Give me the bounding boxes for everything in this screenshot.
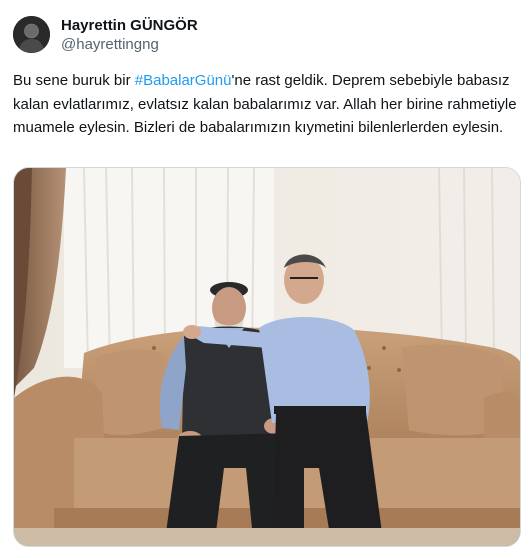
author-info: Hayrettin GÜNGÖR @hayrettingng xyxy=(61,16,198,55)
tweet-text: Bu sene buruk bir #BabalarGünü'ne rast g… xyxy=(13,69,518,140)
author-display-name[interactable]: Hayrettin GÜNGÖR xyxy=(61,16,198,35)
avatar[interactable] xyxy=(13,16,50,53)
tweet: Hayrettin GÜNGÖR @hayrettingng Bu sene b… xyxy=(0,0,530,558)
avatar-image xyxy=(13,16,50,53)
tweet-text-start: Bu sene buruk bir xyxy=(13,72,135,89)
hashtag-link[interactable]: #BabalarGünü xyxy=(135,72,232,89)
tweet-photo[interactable] xyxy=(13,167,521,547)
author-handle[interactable]: @hayrettingng xyxy=(61,35,198,55)
photo-two-men-on-sofa-icon xyxy=(14,168,520,546)
